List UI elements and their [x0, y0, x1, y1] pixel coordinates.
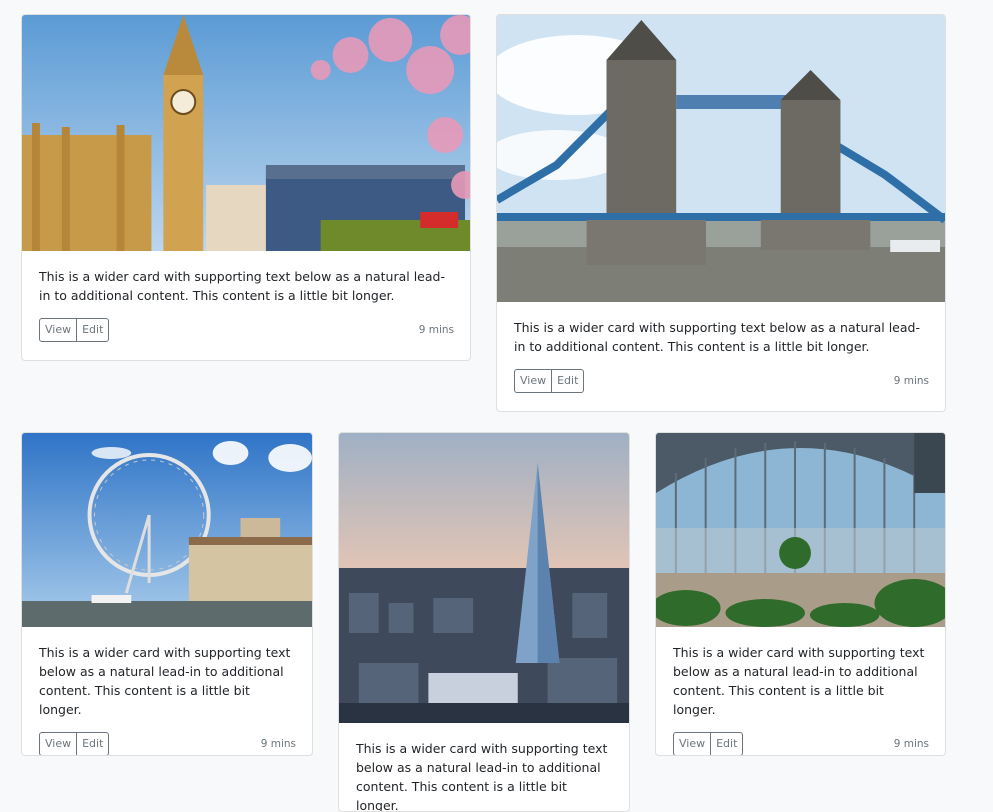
edit-button[interactable]: Edit [77, 732, 110, 755]
card-text: This is a wider card with supporting tex… [673, 645, 925, 717]
time-label: 9 mins [893, 375, 929, 387]
card-tower-bridge: This is a wider card with supporting tex… [496, 14, 946, 412]
view-button[interactable]: View [39, 318, 78, 342]
card-image-sky-garden [656, 433, 945, 627]
card-image-big-ben [22, 15, 470, 251]
card-image-london-eye [22, 433, 312, 627]
button-group: View Edit [39, 318, 110, 342]
card-text: This is a wider card with supporting tex… [39, 645, 291, 717]
view-button[interactable]: View [514, 369, 553, 393]
card-big-ben: This is a wider card with supporting tex… [21, 14, 471, 361]
edit-button[interactable]: Edit [77, 318, 110, 342]
card-the-shard: This is a wider card with supporting tex… [338, 432, 630, 812]
edit-button[interactable]: Edit [711, 732, 744, 755]
time-label: 9 mins [418, 324, 454, 336]
card-text: This is a wider card with supporting tex… [356, 741, 608, 812]
card-text: This is a wider card with supporting tex… [39, 269, 445, 303]
button-group: View Edit [514, 369, 585, 393]
time-label: 9 mins [893, 738, 929, 750]
card-sky-garden: This is a wider card with supporting tex… [655, 432, 946, 756]
edit-button[interactable]: Edit [552, 369, 585, 393]
card-image-the-shard [339, 433, 629, 723]
view-button[interactable]: View [39, 732, 78, 755]
view-button[interactable]: View [673, 732, 712, 755]
button-group: View Edit [39, 732, 110, 755]
card-text: This is a wider card with supporting tex… [514, 320, 920, 354]
card-london-eye: This is a wider card with supporting tex… [21, 432, 313, 756]
button-group: View Edit [673, 732, 744, 755]
card-image-tower-bridge [497, 15, 945, 302]
time-label: 9 mins [260, 738, 296, 750]
